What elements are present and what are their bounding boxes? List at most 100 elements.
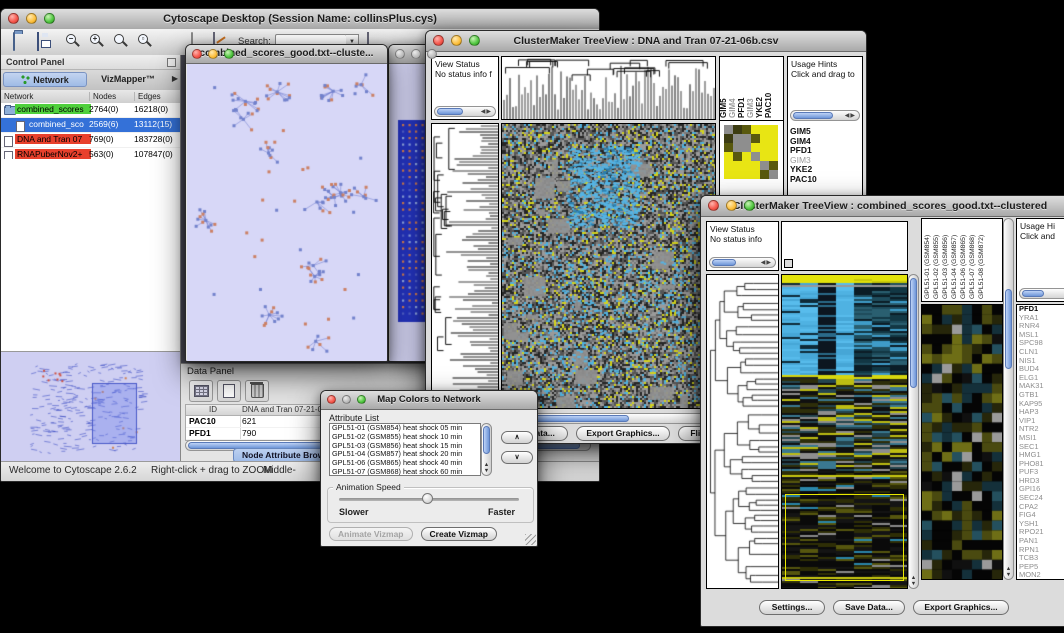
scroll-thumb[interactable] bbox=[1005, 289, 1012, 369]
zoom-window-icon[interactable] bbox=[44, 13, 55, 24]
column-label[interactable]: GPL51-02 (GSM855) bbox=[933, 235, 940, 299]
attribute-select-button[interactable] bbox=[189, 380, 213, 402]
matrix-cell[interactable] bbox=[760, 143, 769, 152]
column-label[interactable]: GPL51-08 (GSM872) bbox=[978, 235, 985, 299]
matrix-cell[interactable] bbox=[742, 134, 751, 143]
scroll-arrows-icon[interactable]: ▲▼ bbox=[909, 575, 918, 587]
treeview2-titlebar[interactable]: ClusterMaker TreeView : combined_scores_… bbox=[701, 196, 1064, 217]
tab-network[interactable]: Network bbox=[3, 72, 87, 87]
tv1-heatmap-canvas[interactable] bbox=[502, 124, 715, 408]
matrix-cell[interactable] bbox=[769, 134, 778, 143]
matrix-cell[interactable] bbox=[769, 170, 778, 179]
tv1-zoom-matrix[interactable] bbox=[724, 125, 778, 179]
matrix-cell[interactable] bbox=[769, 152, 778, 161]
matrix-cell[interactable] bbox=[751, 143, 760, 152]
matrix-cell[interactable] bbox=[760, 170, 769, 179]
close-icon[interactable] bbox=[8, 13, 19, 24]
scroll-thumb[interactable] bbox=[910, 278, 917, 388]
matrix-cell[interactable] bbox=[769, 143, 778, 152]
tv1-heatmap[interactable] bbox=[501, 123, 716, 409]
tv2-main-vscrollbar[interactable]: ▲▼ bbox=[908, 274, 919, 589]
tv2-hints-scrollbar[interactable] bbox=[1019, 288, 1064, 299]
column-label[interactable]: PAC10 bbox=[764, 93, 773, 118]
network-canvas[interactable] bbox=[187, 64, 388, 361]
tab-overflow-icon[interactable]: ▶ bbox=[172, 74, 178, 83]
column-label[interactable]: GIM5 bbox=[719, 98, 728, 118]
matrix-cell[interactable] bbox=[733, 125, 742, 134]
zoom-window-icon[interactable] bbox=[469, 35, 480, 46]
scroll-arrows-icon[interactable]: ◀▶ bbox=[761, 258, 772, 268]
tv1-column-dendrogram[interactable] bbox=[501, 56, 716, 120]
close-icon[interactable] bbox=[192, 49, 202, 59]
minimize-icon[interactable] bbox=[208, 49, 218, 59]
minimize-icon[interactable] bbox=[411, 49, 421, 59]
birdseye-overview[interactable] bbox=[1, 351, 180, 462]
tv1-row-dendrogram-canvas[interactable] bbox=[432, 124, 498, 408]
close-icon[interactable] bbox=[433, 35, 444, 46]
tv2-detail-heatmap[interactable] bbox=[921, 304, 1003, 580]
move-up-button[interactable]: ∧ bbox=[501, 431, 533, 444]
matrix-cell[interactable] bbox=[751, 152, 760, 161]
dialog-button[interactable]: Animate Vizmap bbox=[329, 527, 413, 541]
treeview1-titlebar[interactable]: ClusterMaker TreeView : DNA and Tran 07-… bbox=[426, 31, 866, 52]
scroll-arrows-icon[interactable]: ◀▶ bbox=[845, 111, 856, 121]
tv1-row-dendrogram[interactable] bbox=[431, 123, 499, 409]
minimize-icon[interactable] bbox=[451, 35, 462, 46]
network-table-row[interactable]: combined_sco 2569(6) 13112(15) bbox=[1, 118, 180, 133]
tv2-detail-vscrollbar[interactable]: ▲▼ bbox=[1003, 218, 1014, 580]
scroll-thumb[interactable] bbox=[437, 108, 463, 115]
matrix-cell[interactable] bbox=[769, 125, 778, 134]
tv1-zoom-hscrollbar[interactable]: ◀▶ bbox=[790, 110, 860, 121]
export-graphics-button[interactable]: Export Graphics... bbox=[913, 600, 1009, 615]
delete-attribute-button[interactable] bbox=[245, 380, 269, 402]
column-label[interactable]: GPL51-03 (GSM856) bbox=[942, 235, 949, 299]
zoom-window-icon[interactable] bbox=[357, 395, 366, 404]
matrix-cell[interactable] bbox=[742, 170, 751, 179]
attribute-list-scrollbar[interactable]: ▲▼ bbox=[481, 423, 492, 476]
matrix-cell[interactable] bbox=[769, 161, 778, 170]
column-label[interactable]: PFD1 bbox=[737, 98, 746, 118]
column-label[interactable]: GIM3 bbox=[746, 98, 755, 118]
tv2-row-dendrogram[interactable] bbox=[706, 274, 779, 589]
tv1-status-scrollbar[interactable]: ◀▶ bbox=[434, 106, 496, 117]
matrix-cell[interactable] bbox=[733, 170, 742, 179]
scroll-thumb[interactable] bbox=[534, 415, 629, 422]
open-file-icon[interactable] bbox=[13, 32, 15, 51]
matrix-cell[interactable] bbox=[742, 161, 751, 170]
dialog-button[interactable]: Create Vizmap bbox=[421, 527, 497, 541]
settings-button[interactable]: Settings... bbox=[759, 600, 825, 615]
column-label[interactable]: GPL51-07 (GSM868) bbox=[969, 235, 976, 299]
float-panel-icon[interactable] bbox=[167, 58, 176, 67]
network-table-row[interactable]: combined_scores 2764(0) 16218(0) bbox=[1, 103, 180, 118]
matrix-cell[interactable] bbox=[733, 152, 742, 161]
tv2-heatmap[interactable] bbox=[781, 274, 908, 589]
matrix-cell[interactable] bbox=[760, 161, 769, 170]
matrix-cell[interactable] bbox=[724, 134, 733, 143]
network1-titlebar[interactable]: combined_scores_good.txt--cluste... bbox=[186, 45, 387, 64]
minimize-icon[interactable] bbox=[342, 395, 351, 404]
move-down-button[interactable]: ∨ bbox=[501, 451, 533, 464]
tv2-row-dendrogram-canvas[interactable] bbox=[707, 275, 778, 588]
zoom-window-icon[interactable] bbox=[744, 200, 755, 211]
save-icon[interactable] bbox=[37, 32, 39, 51]
export-graphics-button[interactable]: Export Graphics... bbox=[576, 426, 670, 441]
speed-slider-thumb[interactable] bbox=[422, 493, 433, 504]
scroll-arrows-icon[interactable]: ▲▼ bbox=[482, 462, 491, 474]
matrix-cell[interactable] bbox=[751, 134, 760, 143]
matrix-cell[interactable] bbox=[724, 152, 733, 161]
attribute-item[interactable]: GPL51-07 (GSM868) heat shock 60 min bbox=[330, 468, 480, 476]
dialog-titlebar[interactable]: Map Colors to Network bbox=[321, 391, 537, 410]
matrix-cell[interactable] bbox=[751, 170, 760, 179]
zoom-window-icon[interactable] bbox=[224, 49, 234, 59]
tv2-detail-heatmap-canvas[interactable] bbox=[922, 305, 1002, 579]
new-attribute-button[interactable] bbox=[217, 380, 241, 402]
tv2-heatmap-canvas[interactable] bbox=[782, 275, 907, 588]
matrix-cell[interactable] bbox=[742, 152, 751, 161]
close-icon[interactable] bbox=[708, 200, 719, 211]
scroll-arrows-icon[interactable]: ◀▶ bbox=[481, 107, 492, 117]
matrix-cell[interactable] bbox=[733, 143, 742, 152]
minimize-icon[interactable] bbox=[726, 200, 737, 211]
matrix-cell[interactable] bbox=[724, 161, 733, 170]
main-titlebar[interactable]: Cytoscape Desktop (Session Name: collins… bbox=[1, 9, 599, 30]
minimize-icon[interactable] bbox=[26, 13, 37, 24]
